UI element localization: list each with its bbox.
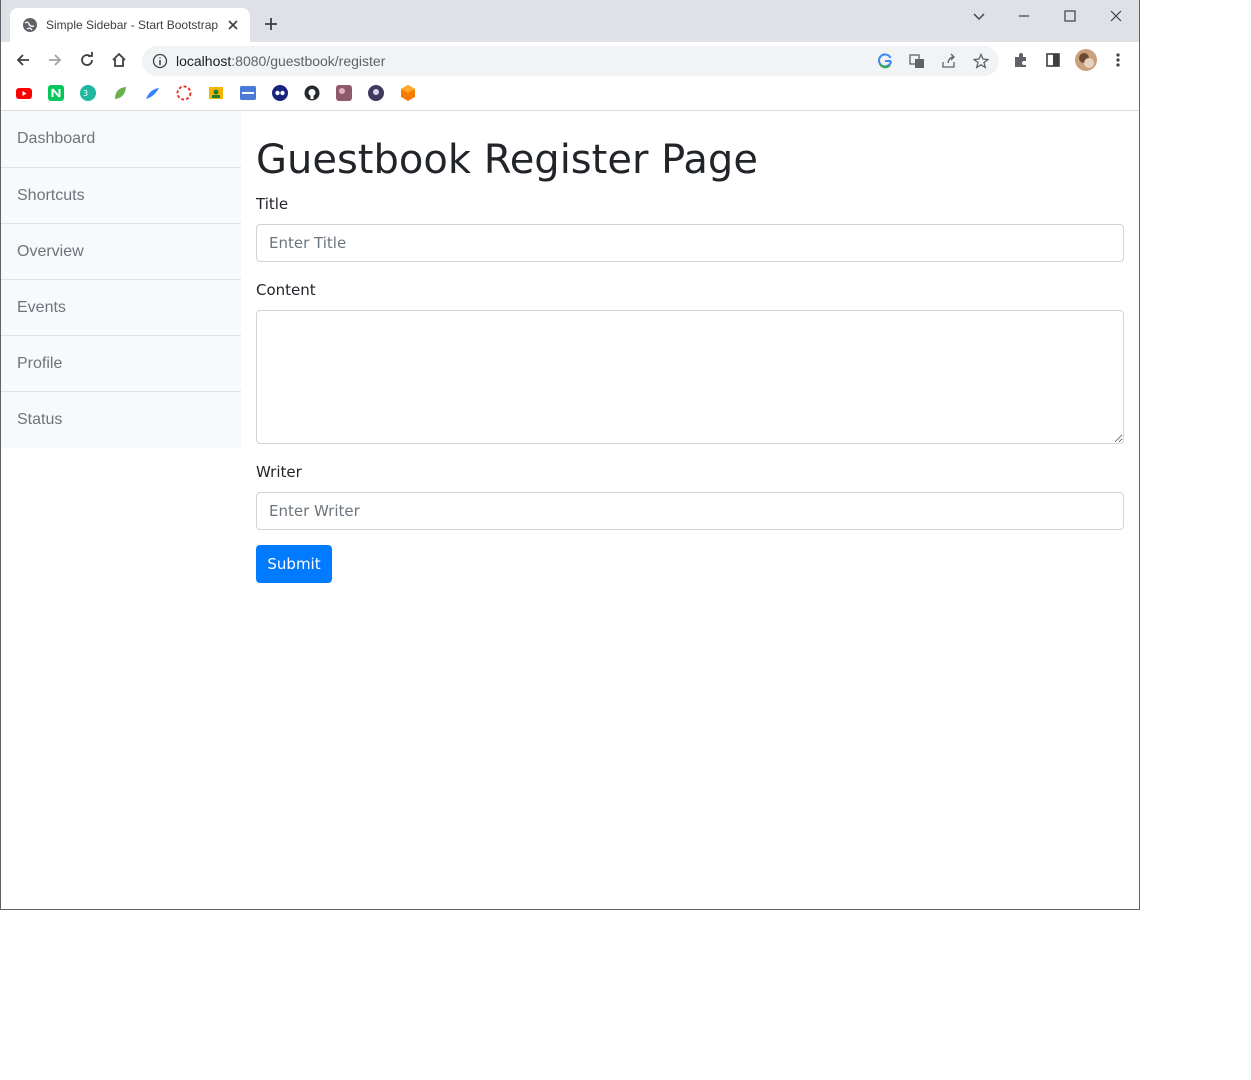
minimize-icon[interactable] — [1014, 6, 1034, 26]
window-close-icon[interactable] — [1106, 6, 1126, 26]
browser-window: Simple Sidebar - Start Bootstrap localho… — [0, 0, 1140, 910]
url-host: localhost — [176, 53, 232, 69]
yellow-contact-icon[interactable] — [208, 85, 224, 101]
submit-button[interactable]: Submit — [256, 545, 332, 583]
bookmarks-bar: 3 — [1, 78, 1139, 111]
browser-toolbar: localhost:8080/guestbook/register — [1, 42, 1139, 78]
writer-input[interactable] — [256, 492, 1124, 530]
share-icon[interactable] — [941, 53, 957, 69]
blue-box-icon[interactable] — [240, 85, 256, 101]
url-text[interactable]: localhost:8080/guestbook/register — [176, 53, 385, 69]
maximize-icon[interactable] — [1060, 6, 1080, 26]
naver-icon[interactable] — [48, 85, 64, 101]
owl-icon[interactable] — [272, 85, 288, 101]
blue-feather-icon[interactable] — [144, 85, 160, 101]
extensions-icon[interactable] — [1011, 50, 1031, 70]
chevron-down-icon[interactable] — [969, 6, 989, 26]
google-icon[interactable] — [877, 53, 893, 69]
writer-label: Writer — [256, 463, 302, 481]
avatar[interactable] — [1075, 49, 1097, 71]
back-arrow-icon[interactable] — [13, 50, 33, 70]
page-title: Guestbook Register Page — [256, 137, 758, 183]
sidebar-item-overview[interactable]: Overview — [1, 224, 241, 280]
translate-icon[interactable] — [909, 53, 925, 69]
title-input[interactable] — [256, 224, 1124, 262]
star-icon[interactable] — [973, 53, 989, 69]
photo-icon[interactable] — [336, 85, 352, 101]
youtube-icon[interactable] — [16, 85, 32, 101]
content-textarea[interactable] — [256, 310, 1124, 444]
menu-dots-icon[interactable] — [1108, 50, 1128, 70]
browser-tab[interactable]: Simple Sidebar - Start Bootstrap — [10, 8, 250, 42]
sidebar-item-status[interactable]: Status — [1, 392, 241, 448]
reload-icon[interactable] — [77, 50, 97, 70]
title-label: Title — [256, 195, 289, 213]
tab-bar: Simple Sidebar - Start Bootstrap — [1, 0, 1139, 42]
green-circle-icon[interactable]: 3 — [80, 85, 96, 101]
url-path: :8080/guestbook/register — [231, 53, 386, 69]
sidebar-item-profile[interactable]: Profile — [1, 336, 241, 392]
dark-circle-icon[interactable] — [368, 85, 384, 101]
sidebar-item-dashboard[interactable]: Dashboard — [1, 111, 241, 168]
info-icon[interactable] — [152, 53, 168, 69]
leaf-icon[interactable] — [112, 85, 128, 101]
page-content: Dashboard Shortcuts Overview Events Prof… — [1, 111, 1139, 909]
red-ring-icon[interactable] — [176, 85, 192, 101]
tab-title: Simple Sidebar - Start Bootstrap — [46, 18, 219, 32]
address-bar[interactable]: localhost:8080/guestbook/register — [142, 46, 999, 76]
sidebar-item-events[interactable]: Events — [1, 280, 241, 336]
svg-text:3: 3 — [83, 89, 88, 98]
globe-icon — [23, 18, 37, 32]
forward-arrow-icon[interactable] — [45, 50, 65, 70]
new-tab-icon[interactable] — [261, 14, 281, 34]
sidebar: Dashboard Shortcuts Overview Events Prof… — [1, 111, 241, 448]
side-panel-icon[interactable] — [1043, 50, 1063, 70]
orange-cube-icon[interactable] — [400, 85, 416, 101]
home-icon[interactable] — [109, 50, 129, 70]
sidebar-item-shortcuts[interactable]: Shortcuts — [1, 168, 241, 224]
github-icon[interactable] — [304, 85, 320, 101]
close-icon[interactable] — [226, 18, 240, 32]
content-label: Content — [256, 281, 316, 299]
